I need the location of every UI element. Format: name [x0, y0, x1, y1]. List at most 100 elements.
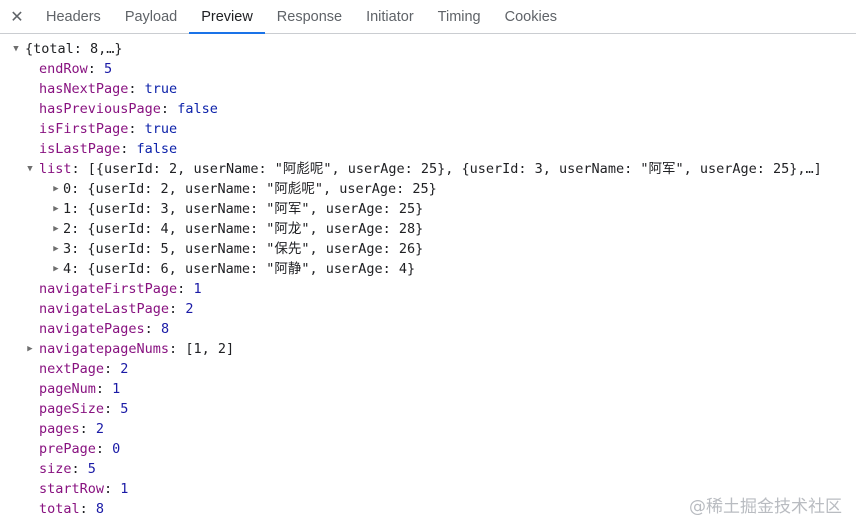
property-line: size: 5: [39, 459, 96, 479]
property-value: false: [136, 141, 178, 157]
property-row: prePage: 0: [0, 439, 856, 459]
collapsed-triangle-icon[interactable]: ▶: [51, 219, 61, 239]
property-line: list: [{userId: 2, userName: "阿彪呢", user…: [39, 159, 822, 179]
property-row: hasNextPage: true: [0, 79, 856, 99]
watermark: @稀土掘金技术社区: [689, 497, 842, 517]
property-key: isLastPage: [39, 141, 121, 157]
list-item-row[interactable]: ▶ 1: {userId: 3, userName: "阿军", userAge:…: [0, 199, 856, 219]
property-value: 1: [112, 381, 121, 397]
property-key: list: [39, 161, 72, 177]
property-key: pageNum: [39, 381, 96, 397]
property-line: 3: {userId: 5, userName: "保先", userAge: …: [63, 239, 423, 259]
list-item-row[interactable]: ▶ 0: {userId: 2, userName: "阿彪呢", userAge…: [0, 179, 856, 199]
collapsed-triangle-icon[interactable]: ▶: [25, 339, 35, 359]
property-row: navigatePages: 8: [0, 319, 856, 339]
tab-headers[interactable]: Headers: [34, 0, 113, 33]
property-value: 2: [120, 361, 129, 377]
property-line: pageNum: 1: [39, 379, 120, 399]
property-row[interactable]: ▼ list: [{userId: 2, userName: "阿彪呢", use…: [0, 159, 856, 179]
collapsed-triangle-icon[interactable]: ▶: [51, 199, 61, 219]
tab-preview[interactable]: Preview: [189, 0, 265, 34]
collapsed-triangle-icon[interactable]: ▶: [51, 259, 61, 279]
colon-separator: :: [128, 121, 145, 137]
property-key: isFirstPage: [39, 121, 129, 137]
property-value: {userId: 5, userName: "保先", userAge: 26}: [87, 241, 424, 257]
property-line: startRow: 1: [39, 479, 128, 499]
property-value: true: [144, 121, 178, 137]
property-key: nextPage: [39, 361, 105, 377]
property-row: size: 5: [0, 459, 856, 479]
property-row: navigateFirstPage: 1: [0, 279, 856, 299]
tree-root[interactable]: ▼ {total: 8,…}: [0, 39, 856, 59]
property-key: hasPreviousPage: [39, 101, 161, 117]
property-line: pageSize: 5: [39, 399, 128, 419]
tab-initiator[interactable]: Initiator: [354, 0, 426, 33]
property-value: false: [177, 101, 218, 117]
property-line: 1: {userId: 3, userName: "阿军", userAge: …: [63, 199, 423, 219]
property-value: 8: [160, 321, 170, 337]
property-line: navigatePages: 8: [39, 319, 169, 339]
property-value: 8: [95, 501, 105, 517]
property-key: endRow: [39, 61, 88, 77]
property-line: endRow: 5: [39, 59, 112, 79]
property-key: pages: [39, 421, 80, 437]
tab-cookies[interactable]: Cookies: [493, 0, 569, 33]
tab-payload[interactable]: Payload: [113, 0, 189, 33]
property-value: {userId: 3, userName: "阿军", userAge: 25}: [87, 201, 424, 217]
property-key: navigatepageNums: [39, 341, 170, 357]
colon-separator: :: [71, 461, 88, 477]
collapsed-triangle-icon[interactable]: ▶: [51, 179, 61, 199]
property-value: 0: [112, 441, 121, 457]
tab-timing[interactable]: Timing: [426, 0, 493, 33]
colon-separator: :: [169, 341, 186, 357]
property-value: 2: [185, 301, 194, 317]
property-line: total: 8: [39, 499, 104, 519]
close-icon[interactable]: ✕: [0, 0, 34, 33]
property-value: 2: [95, 421, 105, 437]
property-key: 0: [63, 181, 72, 197]
property-key: prePage: [39, 441, 96, 457]
property-key: 3: [63, 241, 72, 257]
root-preview: {total: 8,…}: [25, 41, 123, 57]
property-key: 2: [63, 221, 72, 237]
expanded-triangle-icon[interactable]: ▼: [25, 159, 35, 179]
list-item-row[interactable]: ▶ 2: {userId: 4, userName: "阿龙", userAge:…: [0, 219, 856, 239]
property-line: navigateLastPage: 2: [39, 299, 193, 319]
property-value: {userId: 4, userName: "阿龙", userAge: 28}: [87, 221, 424, 237]
list-item-row[interactable]: ▶ 4: {userId: 6, userName: "阿静", userAge:…: [0, 259, 856, 279]
colon-separator: :: [120, 141, 137, 157]
property-row: nextPage: 2: [0, 359, 856, 379]
list-item-row[interactable]: ▶ 3: {userId: 5, userName: "保先", userAge:…: [0, 239, 856, 259]
property-key: total: [39, 501, 80, 517]
property-row: pages: 2: [0, 419, 856, 439]
property-value: [1, 2]: [185, 341, 235, 357]
expanded-triangle-icon[interactable]: ▼: [11, 39, 21, 59]
property-value: [{userId: 2, userName: "阿彪呢", userAge: 2…: [87, 161, 822, 177]
colon-separator: :: [104, 481, 121, 497]
property-line: navigatepageNums: [1, 2]: [39, 339, 234, 359]
property-value: 5: [104, 61, 113, 77]
property-row: endRow: 5: [0, 59, 856, 79]
property-line: navigateFirstPage: 1: [39, 279, 202, 299]
colon-separator: :: [95, 381, 113, 397]
colon-separator: :: [104, 401, 121, 417]
property-row[interactable]: ▶ navigatepageNums: [1, 2]: [0, 339, 856, 359]
colon-separator: :: [71, 221, 88, 237]
tab-response[interactable]: Response: [265, 0, 354, 33]
collapsed-triangle-icon[interactable]: ▶: [51, 239, 61, 259]
property-value: true: [144, 81, 178, 97]
property-value: 1: [193, 281, 202, 297]
property-value: 5: [120, 401, 129, 417]
property-line: hasNextPage: true: [39, 79, 177, 99]
property-line: 4: {userId: 6, userName: "阿静", userAge: …: [63, 259, 415, 279]
property-line: pages: 2: [39, 419, 104, 439]
colon-separator: :: [71, 201, 88, 217]
property-line: isFirstPage: true: [39, 119, 177, 139]
colon-separator: :: [71, 161, 88, 177]
colon-separator: :: [169, 301, 186, 317]
property-key: pageSize: [39, 401, 105, 417]
property-line: nextPage: 2: [39, 359, 128, 379]
colon-separator: :: [95, 441, 113, 457]
property-key: navigatePages: [39, 321, 145, 337]
property-row: hasPreviousPage: false: [0, 99, 856, 119]
